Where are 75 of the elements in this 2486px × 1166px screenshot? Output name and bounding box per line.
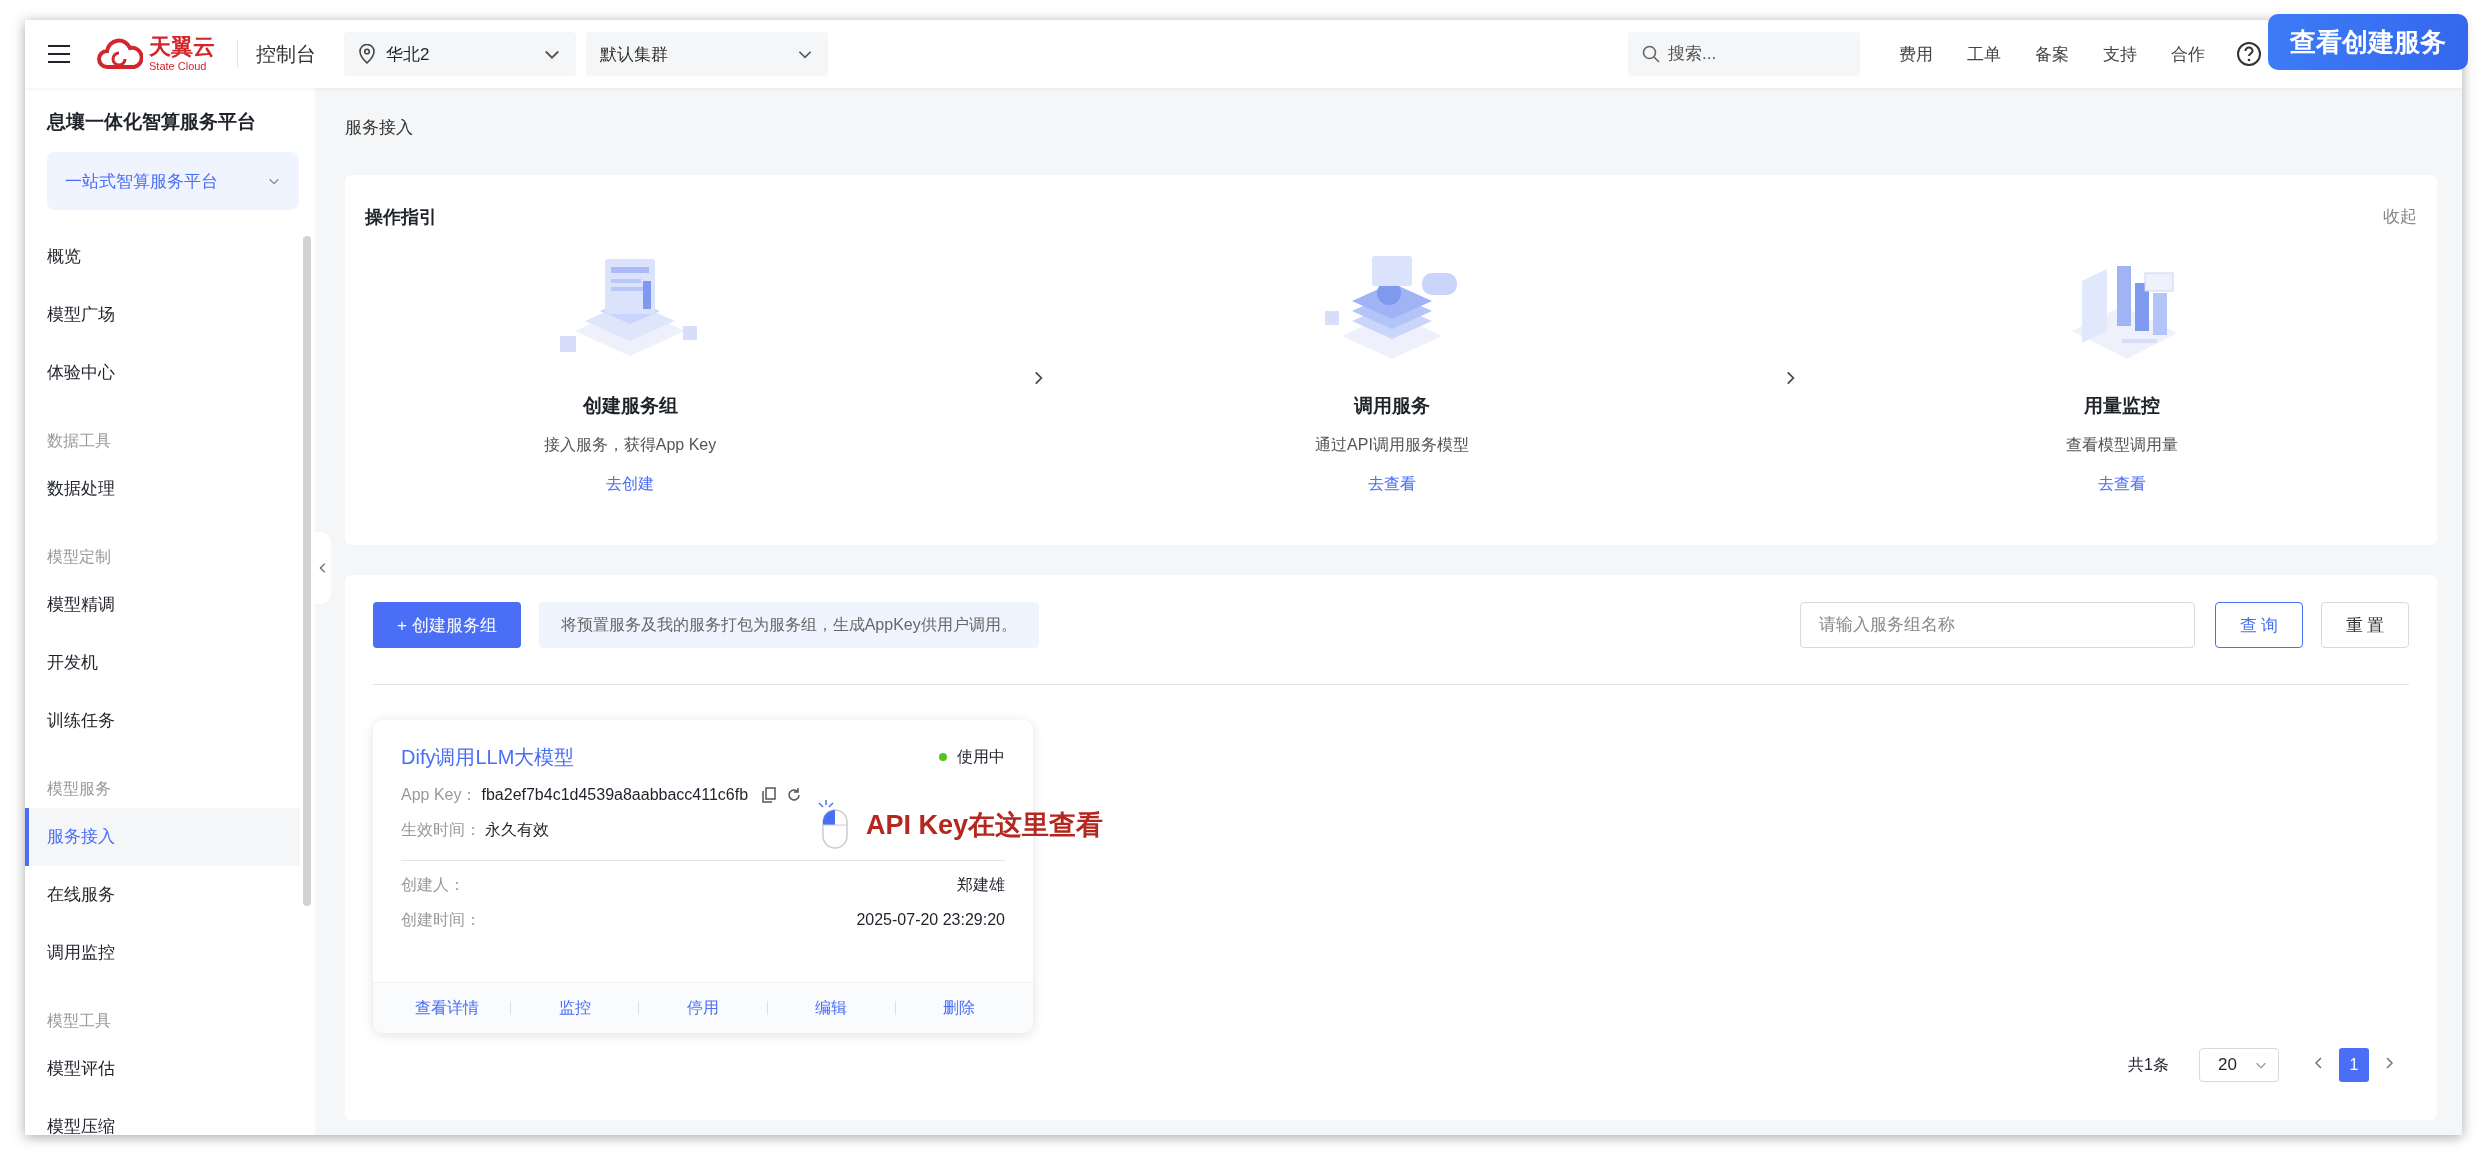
- breadcrumb: 服务接入: [345, 117, 414, 139]
- cluster-select[interactable]: 默认集群: [586, 32, 828, 76]
- field-label: 生效时间：: [401, 820, 481, 840]
- top-link[interactable]: 工单: [1967, 42, 2001, 66]
- sidebar-item[interactable]: 体验中心: [25, 344, 300, 402]
- step-link[interactable]: 去查看: [1368, 472, 1416, 496]
- sidebar-item[interactable]: 服务接入: [25, 808, 300, 866]
- step-link[interactable]: 去查看: [2098, 472, 2146, 496]
- sidebar-item[interactable]: 数据处理: [25, 460, 300, 518]
- card-action-link[interactable]: 停用: [639, 997, 767, 1019]
- top-link[interactable]: 费用: [1899, 42, 1933, 66]
- step-title: 用量监控: [2084, 394, 2160, 418]
- platform-select[interactable]: 一站式智算服务平台: [47, 152, 299, 210]
- annotation-text: API Key在这里查看: [866, 809, 1104, 842]
- step-description: 接入服务，获得App Key: [543, 435, 717, 455]
- field-value: 郑建雄: [957, 875, 1005, 895]
- help-icon[interactable]: [2236, 41, 2262, 67]
- step-title: 调用服务: [1354, 394, 1430, 418]
- menu-icon[interactable]: [47, 44, 71, 64]
- sidebar-group-label: 模型工具: [46, 1011, 112, 1031]
- collapse-link[interactable]: 收起: [2383, 205, 2417, 229]
- status-text: 使用中: [957, 747, 1005, 767]
- sidebar-item[interactable]: 模型压缩: [25, 1098, 300, 1135]
- region-select[interactable]: 华北2: [344, 32, 576, 76]
- query-button[interactable]: 查 询: [2215, 602, 2303, 648]
- step-description: 通过API调用服务模型: [1315, 435, 1469, 455]
- sidebar-item[interactable]: 调用监控: [25, 924, 300, 982]
- card-action-link[interactable]: 编辑: [767, 997, 895, 1019]
- sidebar-item[interactable]: 概览: [25, 228, 300, 286]
- tip-text: 将预置服务及我的服务打包为服务组，生成AppKey供用户调用。: [538, 602, 1039, 648]
- logo-name: 天翼云: [149, 36, 215, 58]
- collapse-handle[interactable]: [315, 532, 331, 604]
- scrollbar[interactable]: [303, 236, 311, 906]
- search-icon: [1642, 45, 1660, 63]
- step-title: 创建服务组: [582, 394, 678, 418]
- logo-subtitle: State Cloud: [149, 61, 208, 72]
- field-label: 创建人：: [401, 875, 465, 895]
- sidebar-item[interactable]: 训练任务: [25, 692, 300, 750]
- field-value: 永久有效: [485, 820, 549, 840]
- sidebar-group-label: 模型定制: [46, 547, 112, 567]
- sidebar-item[interactable]: 在线服务: [25, 866, 300, 924]
- top-link[interactable]: 支持: [2103, 42, 2137, 66]
- card-action-link[interactable]: 删除: [895, 997, 1023, 1019]
- card-action-link[interactable]: 查看详情: [383, 997, 511, 1019]
- card-action-link[interactable]: 监控: [511, 997, 639, 1019]
- field-label: App Key：: [401, 785, 478, 805]
- sidebar-item[interactable]: 模型广场: [25, 286, 300, 344]
- sidebar-group-label: 模型服务: [46, 779, 112, 799]
- page-size-select[interactable]: 20: [2199, 1048, 2279, 1082]
- service-name[interactable]: Dify调用LLM大模型: [401, 742, 575, 772]
- guide-title: 操作指引: [365, 206, 437, 229]
- step-link[interactable]: 去创建: [606, 472, 654, 496]
- field-value: 2025-07-20 23:29:20: [856, 910, 1005, 930]
- top-link[interactable]: 合作: [2171, 42, 2205, 66]
- refresh-icon[interactable]: [786, 787, 803, 803]
- step-description: 查看模型调用量: [2066, 435, 2178, 455]
- cloud-logo-icon: [97, 37, 143, 71]
- location-pin-icon: [358, 44, 376, 64]
- field-label: 创建时间：: [401, 910, 481, 930]
- create-button[interactable]: + 创建服务组: [373, 602, 521, 648]
- sidebar-item[interactable]: 模型评估: [25, 1040, 300, 1098]
- field-value: fba2ef7b4c1d4539a8aabbacc411c6fb: [481, 785, 749, 805]
- sidebar-group-label: 数据工具: [46, 431, 112, 451]
- callout-badge: 查看创建服务: [2268, 14, 2468, 70]
- sidebar-item[interactable]: 模型精调: [25, 576, 300, 634]
- top-link[interactable]: 备案: [2035, 42, 2069, 66]
- total-count: 共1条: [2128, 1054, 2169, 1075]
- copy-icon[interactable]: [762, 787, 777, 803]
- search-field[interactable]: 请输入服务组名称: [1800, 602, 2195, 648]
- platform-title: 息壤一体化智算服务平台: [45, 110, 257, 134]
- page-button[interactable]: 1: [2339, 1048, 2369, 1082]
- search-field[interactable]: 搜索...: [1628, 32, 1860, 76]
- console-title: 控制台: [256, 41, 316, 67]
- reset-button[interactable]: 重 置: [2321, 602, 2409, 648]
- sidebar-item[interactable]: 开发机: [25, 634, 300, 692]
